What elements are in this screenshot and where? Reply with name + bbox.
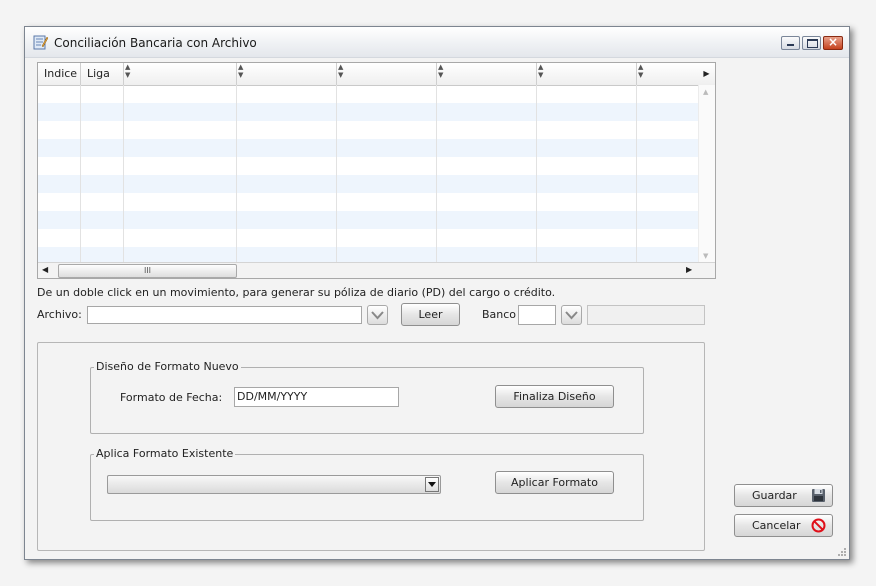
table-header: Indice Liga ▲ ▼ ▲ ▼ ▲ ▼ ▲ ▼ ▲ ▼ ▲ ▼ ▶: [38, 63, 715, 86]
select-arrow[interactable]: [425, 477, 439, 492]
scroll-up-icon[interactable]: ▲: [703, 88, 708, 96]
table-row[interactable]: [38, 157, 698, 175]
column-divider: [80, 85, 81, 262]
table-row[interactable]: [38, 139, 698, 157]
cancelar-button[interactable]: Cancelar: [734, 514, 833, 537]
chevron-down-icon: [371, 311, 384, 320]
column-header-7[interactable]: ▲ ▼: [537, 63, 637, 85]
archivo-browse-button[interactable]: [367, 305, 388, 325]
no-entry-icon: [811, 518, 826, 533]
formato-fecha-label: Formato de Fecha:: [120, 391, 223, 404]
table-row[interactable]: [38, 211, 698, 229]
chevron-down-icon: [565, 311, 578, 320]
movements-table[interactable]: Indice Liga ▲ ▼ ▲ ▼ ▲ ▼ ▲ ▼ ▲ ▼ ▲ ▼ ▶ ▲ ▼: [37, 62, 716, 279]
window-title: Conciliación Bancaria con Archivo: [54, 36, 257, 50]
column-divider: [636, 85, 637, 262]
column-header-3[interactable]: ▲ ▼: [124, 63, 237, 85]
aplicar-formato-button[interactable]: Aplicar Formato: [495, 471, 614, 494]
horizontal-scrollbar[interactable]: ◀ III ▶: [38, 262, 698, 278]
column-header-indice[interactable]: Indice: [38, 63, 81, 85]
column-header-8[interactable]: ▲ ▼: [637, 63, 698, 85]
archivo-input[interactable]: [87, 306, 362, 324]
vertical-scrollbar[interactable]: ▲ ▼: [698, 85, 715, 262]
scroll-columns-right-icon[interactable]: ▶: [698, 63, 715, 85]
sort-icon: ▲ ▼: [238, 63, 244, 79]
finaliza-diseno-button[interactable]: Finaliza Diseño: [495, 385, 614, 408]
column-divider: [436, 85, 437, 262]
column-divider: [336, 85, 337, 262]
banco-name-field: [587, 305, 705, 325]
column-header-6[interactable]: ▲ ▼: [437, 63, 537, 85]
table-row[interactable]: [38, 103, 698, 121]
maximize-button[interactable]: [802, 36, 821, 50]
banco-label: Banco: [482, 308, 517, 321]
sort-icon: ▲ ▼: [638, 63, 644, 79]
minimize-icon: [787, 44, 794, 46]
column-divider: [236, 85, 237, 262]
close-button[interactable]: ×: [823, 35, 843, 50]
scroll-right-icon[interactable]: ▶: [686, 265, 692, 274]
column-divider: [536, 85, 537, 262]
archivo-label: Archivo:: [37, 308, 82, 321]
column-divider: [123, 85, 124, 262]
column-label: Liga: [87, 67, 110, 80]
table-row[interactable]: [38, 193, 698, 211]
leer-button[interactable]: Leer: [401, 303, 460, 326]
table-row[interactable]: [38, 121, 698, 139]
chevron-down-icon: [428, 482, 436, 487]
table-row[interactable]: [38, 85, 698, 103]
instructions-text: De un doble click en un movimiento, para…: [37, 286, 556, 299]
close-icon: ×: [827, 35, 839, 49]
sort-icon: ▲ ▼: [438, 63, 444, 79]
scroll-left-icon[interactable]: ◀: [42, 265, 48, 274]
cancelar-label: Cancelar: [752, 519, 801, 532]
column-label: Indice: [44, 67, 78, 80]
minimize-button[interactable]: [781, 36, 800, 50]
floppy-disk-icon: [812, 489, 825, 502]
banco-code-input[interactable]: [518, 305, 556, 325]
dialog-window: Conciliación Bancaria con Archivo × Indi…: [24, 26, 850, 560]
maximize-icon: [807, 39, 818, 48]
formato-fecha-input[interactable]: DD/MM/YYYY: [234, 387, 399, 407]
guardar-label: Guardar: [752, 489, 797, 502]
table-row[interactable]: [38, 175, 698, 193]
form-edit-icon: [33, 35, 48, 50]
sort-icon: ▲ ▼: [338, 63, 344, 79]
nuevo-formato-legend: Diseño de Formato Nuevo: [94, 360, 241, 373]
sort-icon: ▲ ▼: [125, 63, 131, 79]
table-row[interactable]: [38, 229, 698, 247]
scroll-down-icon[interactable]: ▼: [703, 252, 708, 260]
title-bar[interactable]: Conciliación Bancaria con Archivo ×: [25, 27, 849, 58]
formato-existente-legend: Aplica Formato Existente: [94, 447, 236, 460]
resize-grip-icon[interactable]: [837, 547, 847, 557]
scroll-corner: [698, 262, 715, 278]
column-header-4[interactable]: ▲ ▼: [237, 63, 337, 85]
column-header-liga[interactable]: Liga: [81, 63, 124, 85]
banco-dropdown-button[interactable]: [561, 305, 582, 325]
scrollbar-thumb[interactable]: III: [58, 264, 237, 278]
sort-icon: ▲ ▼: [538, 63, 544, 79]
guardar-button[interactable]: Guardar: [734, 484, 833, 507]
formato-existente-select[interactable]: [107, 475, 441, 494]
column-header-5[interactable]: ▲ ▼: [337, 63, 437, 85]
